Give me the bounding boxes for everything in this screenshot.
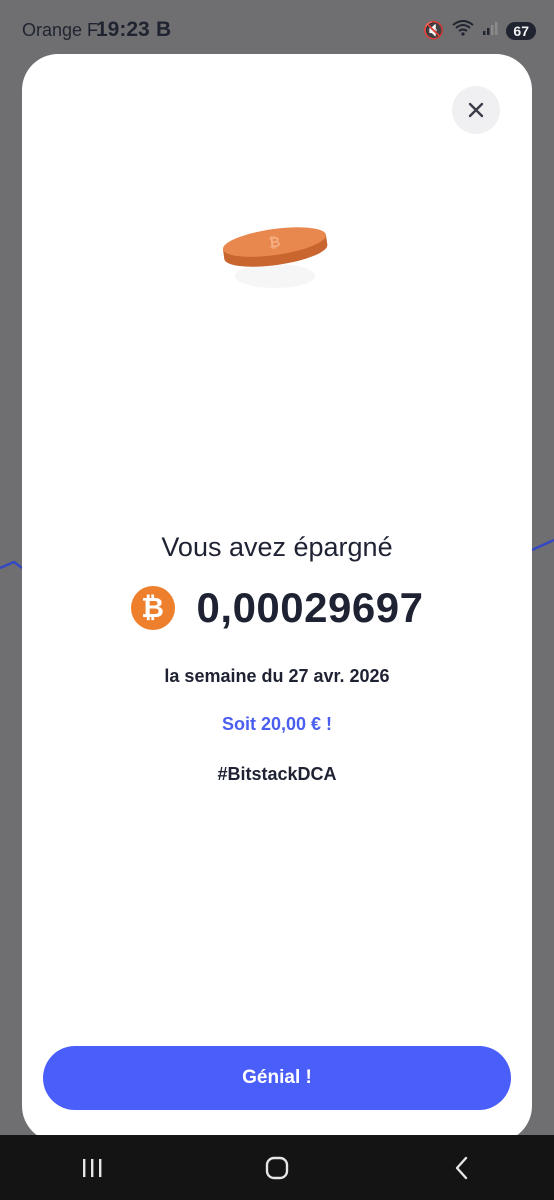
- back-button[interactable]: [432, 1143, 492, 1193]
- clock: 19:23: [96, 18, 150, 41]
- svg-text:₿: ₿: [268, 234, 282, 251]
- mute-icon: 🔇: [423, 20, 445, 40]
- amount-row: ₿ 0,00029697: [22, 584, 532, 632]
- savings-modal: ₿ Vous avez épargné ₿ 0,00029697 la sema…: [22, 54, 532, 1142]
- recent-apps-button[interactable]: [62, 1143, 122, 1193]
- close-button[interactable]: [452, 86, 500, 134]
- confirm-button[interactable]: Génial !: [43, 1046, 511, 1110]
- fiat-equivalent: Soit 20,00 € !: [221, 714, 333, 734]
- navigation-bar: [0, 1135, 554, 1200]
- close-icon: [468, 102, 484, 118]
- btc-amount: 0,00029697: [196, 584, 424, 631]
- signal-icon: [482, 20, 498, 41]
- coin-illustration: ₿: [217, 214, 337, 294]
- back-icon: [455, 1156, 467, 1179]
- carrier-label: Orange F: [22, 20, 99, 40]
- recent-apps-icon: [83, 1158, 102, 1177]
- home-icon: [265, 1156, 289, 1179]
- week-label: la semaine du 27 avr. 2026: [164, 666, 390, 686]
- modal-title: Vous avez épargné: [161, 532, 393, 562]
- status-bar: Orange F 19:23 B 🔇 67: [0, 0, 554, 62]
- bitcoin-icon: ₿: [130, 586, 175, 630]
- battery-icon: 67: [506, 21, 536, 40]
- hashtag: #BitstackDCA: [217, 764, 337, 784]
- wifi-icon: [452, 20, 475, 41]
- home-button[interactable]: [247, 1143, 307, 1193]
- status-icons: 🔇 67: [423, 20, 536, 41]
- bitstack-notification-icon: B: [156, 18, 172, 41]
